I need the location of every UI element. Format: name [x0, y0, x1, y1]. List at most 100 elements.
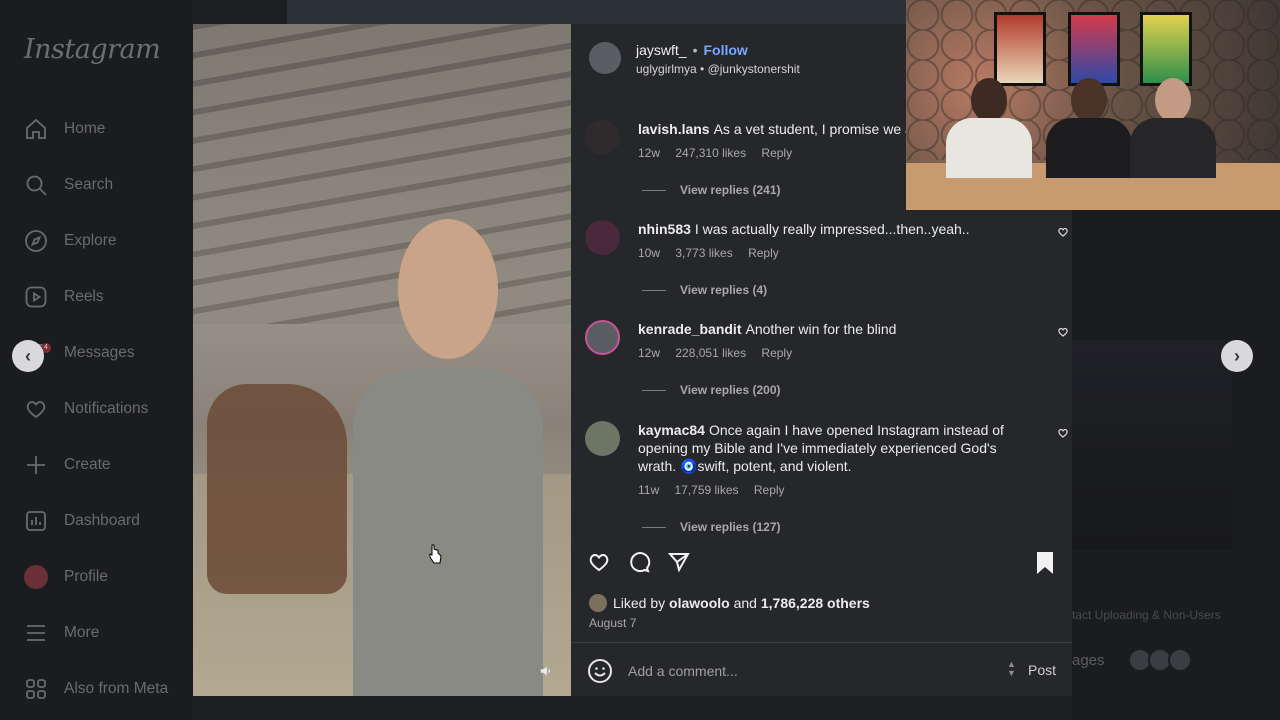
comment-likes[interactable]: 3,773 likes [675, 246, 732, 260]
sidebar-item-explore[interactable]: Explore [22, 221, 192, 261]
view-replies-button[interactable]: View replies (4) [642, 283, 767, 297]
emoji-icon[interactable] [587, 658, 613, 684]
compass-icon [22, 227, 50, 255]
stepper-arrows-icon: ▲ ▼ [1007, 659, 1016, 678]
wall-poster [1068, 12, 1120, 86]
next-post-button[interactable]: › [1221, 340, 1253, 372]
home-icon [22, 115, 50, 143]
mouse-cursor-icon [429, 544, 442, 564]
comment-like-heart-icon[interactable] [1057, 226, 1069, 238]
sidebar-item-messages[interactable]: 4 Messages [22, 333, 192, 373]
instagram-logo[interactable]: Instagram [24, 34, 161, 65]
liked-by-prefix: Liked by [613, 595, 666, 611]
chevron-right-icon: › [1234, 345, 1240, 366]
post-video[interactable] [193, 24, 571, 696]
separator-dot: • [700, 62, 708, 76]
comment-age: 11w [638, 483, 660, 497]
background-feed-strip [287, 0, 907, 24]
grid-icon [22, 675, 50, 703]
previous-post-button[interactable]: ‹ [12, 340, 44, 372]
menu-icon [22, 619, 50, 647]
comment-username[interactable]: lavish.lans [638, 121, 710, 137]
comment-input[interactable] [628, 663, 988, 679]
view-replies-button[interactable]: View replies (200) [642, 383, 781, 397]
comment-reply-button[interactable]: Reply [748, 246, 779, 260]
comment-item: kenrade_bandit Another win for the blind … [585, 320, 1068, 400]
view-replies-button[interactable]: View replies (127) [642, 520, 781, 534]
liked-by-user[interactable]: olawoolo [669, 595, 730, 611]
comment-text: I was actually really impressed...then..… [694, 221, 970, 237]
heart-icon [22, 395, 50, 423]
comment-username[interactable]: kaymac84 [638, 422, 705, 438]
instagram-screen: Instagram Home Search Explore Reels 4 Me… [0, 0, 1280, 720]
comment-username[interactable]: kenrade_bandit [638, 321, 741, 337]
add-comment-bar: ▲▼ Post [587, 658, 1057, 684]
comment-likes[interactable]: 17,759 likes [674, 483, 738, 497]
sidebar-item-label: Search [64, 176, 114, 193]
comment-like-heart-icon[interactable] [1057, 427, 1069, 439]
comment-avatar[interactable] [585, 421, 620, 456]
sidebar-item-profile[interactable]: Profile [22, 557, 192, 597]
comment-likes[interactable]: 228,051 likes [675, 346, 746, 360]
comment-reply-button[interactable]: Reply [761, 146, 792, 160]
reels-icon [22, 283, 50, 311]
post-author: jayswft_ • Follow uglygirlmya • @junkyst… [589, 42, 800, 76]
author-avatar[interactable] [589, 42, 621, 74]
comment-reply-button[interactable]: Reply [754, 483, 785, 497]
sidebar-item-notifications[interactable]: Notifications [22, 389, 192, 429]
audio-user[interactable]: uglygirlmya [636, 62, 697, 76]
author-username[interactable]: jayswft_ [636, 42, 687, 58]
post-comment-button[interactable]: Post [1028, 662, 1056, 678]
sidebar-item-label: Messages [64, 344, 135, 361]
background-pages-text: ages [1072, 652, 1105, 669]
bookmark-icon[interactable] [1033, 550, 1057, 576]
sidebar-item-create[interactable]: Create [22, 445, 192, 485]
comment-avatar[interactable] [585, 220, 620, 255]
sidebar-item-more[interactable]: More [22, 613, 192, 653]
view-replies-button[interactable]: View replies (241) [642, 183, 781, 197]
sidebar-item-search[interactable]: Search [22, 165, 192, 205]
dashboard-icon [22, 507, 50, 535]
sidebar-item-label: More [64, 624, 100, 641]
comment-avatar[interactable] [585, 120, 620, 155]
comment-reply-button[interactable]: Reply [761, 346, 792, 360]
sidebar-item-reels[interactable]: Reels [22, 277, 192, 317]
video-horse [207, 384, 347, 594]
comment-age: 10w [638, 246, 661, 260]
video-person [343, 219, 543, 696]
liked-by-and: and [733, 595, 757, 611]
sidebar-item-label: Dashboard [64, 512, 140, 529]
host-person [1046, 78, 1132, 178]
comment-item: kaymac84 Once again I have opened Instagr… [585, 421, 1068, 539]
host-person [946, 78, 1032, 178]
background-avatars [1128, 648, 1192, 672]
liker-avatar[interactable] [589, 594, 607, 612]
sidebar-item-label: Also from Meta [64, 680, 169, 697]
comment-username[interactable]: nhin583 [638, 221, 691, 237]
sidebar-item-home[interactable]: Home [22, 109, 192, 149]
post-date: August 7 [589, 616, 637, 630]
liked-by-row: Liked by olawoolo and 1,786,228 others [589, 594, 870, 612]
comment-likes[interactable]: 247,310 likes [675, 146, 746, 160]
liked-by-count[interactable]: 1,786,228 others [761, 595, 870, 611]
search-icon [22, 171, 50, 199]
like-heart-icon[interactable] [587, 550, 615, 578]
share-send-icon[interactable] [667, 550, 695, 578]
comment-item: nhin583 I was actually really impressed..… [585, 220, 1068, 300]
comment-age: 12w [638, 346, 661, 360]
mute-icon[interactable] [539, 664, 555, 680]
sidebar-item-label: Notifications [64, 400, 149, 417]
sidebar-item-label: Explore [64, 232, 117, 249]
comment-bubble-icon[interactable] [627, 550, 655, 578]
comment-like-heart-icon[interactable] [1057, 326, 1069, 338]
comment-avatar[interactable] [585, 320, 620, 355]
wall-poster [1140, 12, 1192, 86]
post-actions [587, 550, 707, 578]
sidebar-item-also-from-meta[interactable]: Also from Meta [22, 669, 192, 709]
separator-dot: • [692, 42, 698, 58]
sidebar-item-dashboard[interactable]: Dashboard [22, 501, 192, 541]
background-footer-text: tact Uploading & Non-Users [1072, 608, 1221, 622]
follow-button[interactable]: Follow [703, 42, 747, 58]
plus-icon [22, 451, 50, 479]
audio-tag[interactable]: @junkystonershit [708, 62, 800, 76]
